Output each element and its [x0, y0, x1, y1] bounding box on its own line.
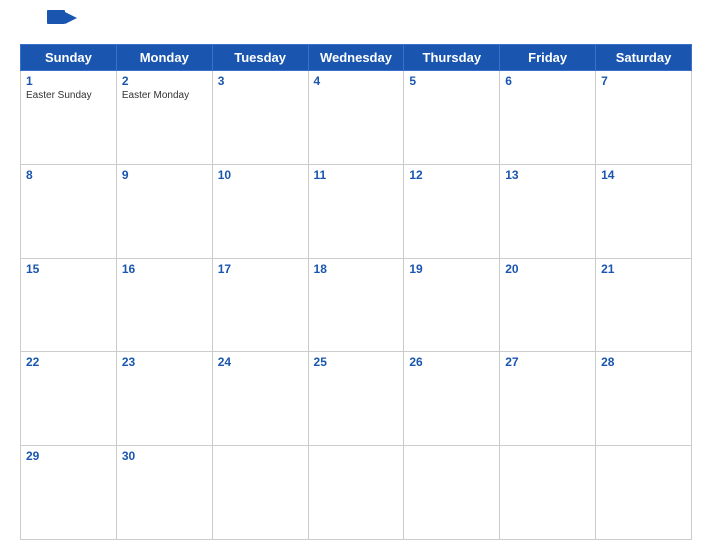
week-row-1: 1 Easter Sunday 2 Easter Monday 34567 [21, 71, 692, 165]
calendar-cell: 5 [404, 71, 500, 165]
calendar-cell [212, 446, 308, 540]
calendar-cell: 15 [21, 258, 117, 352]
calendar-cell: 4 [308, 71, 404, 165]
day-number: 25 [314, 355, 399, 369]
calendar-table: SundayMondayTuesdayWednesdayThursdayFrid… [20, 44, 692, 540]
weekday-header-monday: Monday [116, 45, 212, 71]
calendar-cell: 24 [212, 352, 308, 446]
calendar-cell: 10 [212, 164, 308, 258]
day-number: 24 [218, 355, 303, 369]
day-number: 20 [505, 262, 590, 276]
calendar-cell: 13 [500, 164, 596, 258]
day-number: 10 [218, 168, 303, 182]
calendar-cell: 1 Easter Sunday [21, 71, 117, 165]
calendar-cell: 2 Easter Monday [116, 71, 212, 165]
holiday-label: Easter Sunday [26, 90, 111, 101]
calendar-cell: 23 [116, 352, 212, 446]
day-number: 9 [122, 168, 207, 182]
calendar-cell: 30 [116, 446, 212, 540]
day-number: 15 [26, 262, 111, 276]
day-number: 4 [314, 74, 399, 88]
calendar-cell [404, 446, 500, 540]
day-number: 6 [505, 74, 590, 88]
calendar-cell: 7 [596, 71, 692, 165]
day-number: 30 [122, 449, 207, 463]
week-row-3: 15 16 17 18 19 20 21 [21, 258, 692, 352]
week-row-2: 89 10 11 12 13 14 [21, 164, 692, 258]
day-number: 28 [601, 355, 686, 369]
day-number: 3 [218, 74, 303, 88]
week-row-4: 22 23 24 25 26 27 28 [21, 352, 692, 446]
day-number: 23 [122, 355, 207, 369]
day-number: 13 [505, 168, 590, 182]
calendar-cell: 27 [500, 352, 596, 446]
day-number: 5 [409, 74, 494, 88]
calendar-cell: 22 [21, 352, 117, 446]
day-number: 11 [314, 168, 399, 182]
day-number: 21 [601, 262, 686, 276]
logo-icon [47, 10, 77, 38]
calendar-cell: 20 [500, 258, 596, 352]
day-number: 22 [26, 355, 111, 369]
calendar-cell: 8 [21, 164, 117, 258]
day-number: 29 [26, 449, 111, 463]
calendar-cell: 14 [596, 164, 692, 258]
calendar-cell: 19 [404, 258, 500, 352]
day-number: 1 [26, 74, 111, 88]
calendar-cell: 16 [116, 258, 212, 352]
weekday-header-wednesday: Wednesday [308, 45, 404, 71]
calendar-header [20, 10, 692, 38]
day-number: 7 [601, 74, 686, 88]
weekday-header-sunday: Sunday [21, 45, 117, 71]
calendar-cell [308, 446, 404, 540]
day-number: 27 [505, 355, 590, 369]
calendar-cell: 25 [308, 352, 404, 446]
calendar-cell: 28 [596, 352, 692, 446]
day-number: 12 [409, 168, 494, 182]
weekday-header-friday: Friday [500, 45, 596, 71]
calendar-cell [596, 446, 692, 540]
day-number: 16 [122, 262, 207, 276]
weekday-header-row: SundayMondayTuesdayWednesdayThursdayFrid… [21, 45, 692, 71]
day-number: 19 [409, 262, 494, 276]
weekday-header-thursday: Thursday [404, 45, 500, 71]
week-row-5: 29 30 [21, 446, 692, 540]
day-number: 8 [26, 168, 111, 182]
weekday-header-tuesday: Tuesday [212, 45, 308, 71]
calendar-cell: 11 [308, 164, 404, 258]
calendar-cell: 6 [500, 71, 596, 165]
logo [24, 10, 104, 38]
calendar-cell: 29 [21, 446, 117, 540]
calendar-cell: 3 [212, 71, 308, 165]
calendar-cell [500, 446, 596, 540]
holiday-label: Easter Monday [122, 90, 207, 101]
day-number: 26 [409, 355, 494, 369]
day-number: 18 [314, 262, 399, 276]
calendar-cell: 17 [212, 258, 308, 352]
calendar-cell: 21 [596, 258, 692, 352]
weekday-header-saturday: Saturday [596, 45, 692, 71]
calendar-cell: 26 [404, 352, 500, 446]
calendar-cell: 9 [116, 164, 212, 258]
calendar-cell: 12 [404, 164, 500, 258]
day-number: 14 [601, 168, 686, 182]
calendar-cell: 18 [308, 258, 404, 352]
day-number: 2 [122, 74, 207, 88]
day-number: 17 [218, 262, 303, 276]
